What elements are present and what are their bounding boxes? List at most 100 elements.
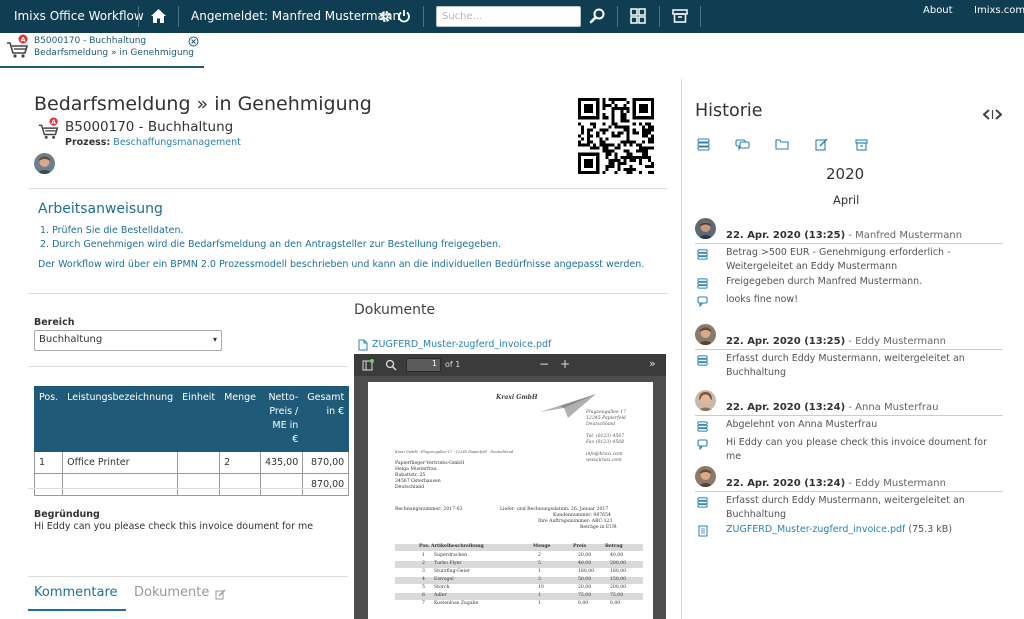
imixs-link[interactable]: Imixs.com — [974, 5, 1024, 16]
divider — [28, 293, 668, 294]
cell-pos[interactable]: 1 — [33, 451, 64, 474]
cell-empty — [219, 473, 262, 496]
invoice-cell: Superdrachen — [434, 553, 468, 558]
invoice-cell: 20,00 — [578, 553, 592, 558]
cell-einheit[interactable] — [177, 451, 221, 474]
comment-icon — [697, 296, 708, 307]
process-label: Prozess: — [65, 137, 111, 148]
header-line: Preis / — [269, 406, 299, 417]
navbar-divider — [138, 6, 139, 27]
tab-dokumente[interactable]: Dokumente — [134, 585, 209, 600]
begruendung-text[interactable]: Hi Eddy can you please check this invoic… — [34, 521, 313, 532]
cart-icon: A — [7, 34, 29, 58]
avatar[interactable] — [695, 390, 716, 411]
cell-gesamt: 870,00 — [302, 451, 350, 474]
zoom-in-button[interactable]: + — [560, 357, 570, 371]
history-text: Abgelehnt von Anna Musterfrau — [726, 419, 878, 430]
gear-icon[interactable] — [379, 10, 392, 23]
navbar-divider — [178, 6, 179, 27]
about-link[interactable]: About — [923, 5, 953, 16]
app-title[interactable]: Imixs Office Workflow — [14, 9, 144, 23]
process-link[interactable]: Beschaffungsmanagement — [113, 137, 241, 148]
history-author: - Manfred Mustermann — [845, 230, 963, 241]
pdf-viewer[interactable]: 1 of 1 − + » Kraxi GmbH Flugzeugallee 17… — [354, 354, 666, 619]
list-icon[interactable] — [697, 138, 710, 151]
table-total-row: 870,00 — [33, 473, 350, 496]
recipient-line: Deutschland — [395, 485, 425, 490]
power-icon[interactable] — [397, 9, 411, 23]
cell-netto[interactable]: 435,00 — [260, 451, 304, 474]
file-icon — [358, 339, 368, 351]
history-date: 22. Apr. 2020 (13:24) — [726, 478, 846, 489]
pdf-toolbar: 1 of 1 − + » — [354, 354, 666, 376]
cell-empty — [260, 473, 304, 496]
avatar[interactable] — [695, 218, 716, 239]
tab-kommentare[interactable]: Kommentare — [34, 585, 118, 600]
comments-icon[interactable] — [735, 138, 750, 151]
home-icon[interactable] — [150, 8, 167, 24]
invoice-cell: Kostenlose Zugabe — [434, 601, 479, 606]
folder-icon[interactable] — [775, 138, 789, 151]
avatar[interactable] — [695, 466, 716, 487]
sidebar-toggle-icon[interactable] — [362, 359, 374, 371]
archive-icon[interactable] — [855, 138, 868, 151]
invoice-cell: Adler — [434, 593, 447, 598]
instruction-step: 2. Durch Genehmigen wird die Bedarfsmeld… — [40, 239, 502, 250]
attachment-link[interactable]: ZUGFERD_Muster-zugferd_invoice.pdf — [726, 524, 905, 535]
cell-bezeichnung[interactable]: Office Printer — [62, 451, 179, 474]
avatar[interactable] — [695, 324, 716, 345]
invoice-cell: 0,00 — [578, 601, 589, 606]
history-comment: looks fine now! — [726, 294, 799, 305]
divider — [695, 415, 1003, 416]
document-link[interactable]: ZUGFERD_Muster-zugferd_invoice.pdf — [372, 339, 551, 350]
header-line: in € — [326, 406, 345, 417]
column-header-gesamt: Gesamt in € — [302, 386, 350, 452]
history-date: 22. Apr. 2020 (13:25) — [726, 230, 846, 241]
history-entry-header: 22. Apr. 2020 (13:24) - Eddy Mustermann — [726, 478, 946, 489]
cell-menge[interactable]: 2 — [219, 451, 262, 474]
qr-code — [578, 98, 654, 174]
invoice-cell: 200,00 — [610, 561, 627, 566]
history-author: - Anna Musterfrau — [845, 402, 939, 413]
bereich-selected-value: Buchhaltung — [39, 334, 103, 345]
avatar[interactable] — [34, 153, 55, 174]
invoice-row-shade — [395, 561, 643, 568]
close-tab-icon[interactable] — [188, 36, 199, 47]
history-date: 22. Apr. 2020 (13:24) — [726, 402, 846, 413]
list-icon — [697, 421, 708, 432]
edit-icon[interactable] — [215, 589, 226, 600]
edit-icon[interactable] — [815, 138, 828, 151]
history-text: Betrag >500 EUR - Genehmigung erforderli… — [726, 247, 951, 272]
archive-icon[interactable] — [672, 8, 688, 24]
invoice-row-shade — [395, 577, 643, 584]
table-row: 1 Office Printer 2 435,00 870,00 — [33, 451, 350, 474]
logged-in-user[interactable]: Angemeldet: Manfred Mustermann — [191, 9, 400, 23]
search-icon[interactable] — [385, 359, 397, 371]
expand-collapse-icon[interactable] — [983, 109, 1002, 120]
currency-note: Beträge in EUR — [580, 525, 617, 530]
invoice-cell: 200,00 — [610, 585, 627, 590]
list-icon — [697, 497, 708, 508]
pdf-page: Kraxi GmbH Flugzeugallee 17 12345 Papier… — [368, 382, 653, 619]
page-number-input[interactable]: 1 — [406, 358, 441, 372]
grid-icon[interactable] — [630, 8, 646, 24]
column-divider — [681, 79, 682, 619]
cell-total: 870,00 — [302, 473, 350, 496]
divider — [28, 488, 348, 489]
worklist-tab-subtitle[interactable]: Bedarfsmeldung » in Genehmigung — [34, 48, 194, 58]
history-author: - Eddy Mustermann — [845, 336, 946, 347]
more-tools-icon[interactable]: » — [649, 357, 656, 370]
divider — [695, 349, 1003, 350]
bereich-select[interactable]: Buchhaltung ▾ — [34, 330, 222, 351]
page-subtitle: B5000170 - Buchhaltung — [65, 119, 234, 135]
bereich-label: Bereich — [34, 317, 75, 328]
zoom-out-button[interactable]: − — [539, 357, 549, 371]
sender-contact: www.kraxi.com — [586, 458, 622, 463]
sender-line: Kraxi GmbH · Flugzeugallee 17 · 12345 Pa… — [395, 450, 514, 454]
search-icon[interactable] — [589, 8, 605, 24]
search-input[interactable] — [436, 6, 581, 27]
invoice-cell: 3 — [538, 577, 541, 582]
invoice-cell: 150,00 — [610, 577, 627, 582]
worklist-tab-title[interactable]: B5000170 - Buchhaltung — [34, 36, 146, 46]
navbar-divider — [700, 6, 701, 27]
